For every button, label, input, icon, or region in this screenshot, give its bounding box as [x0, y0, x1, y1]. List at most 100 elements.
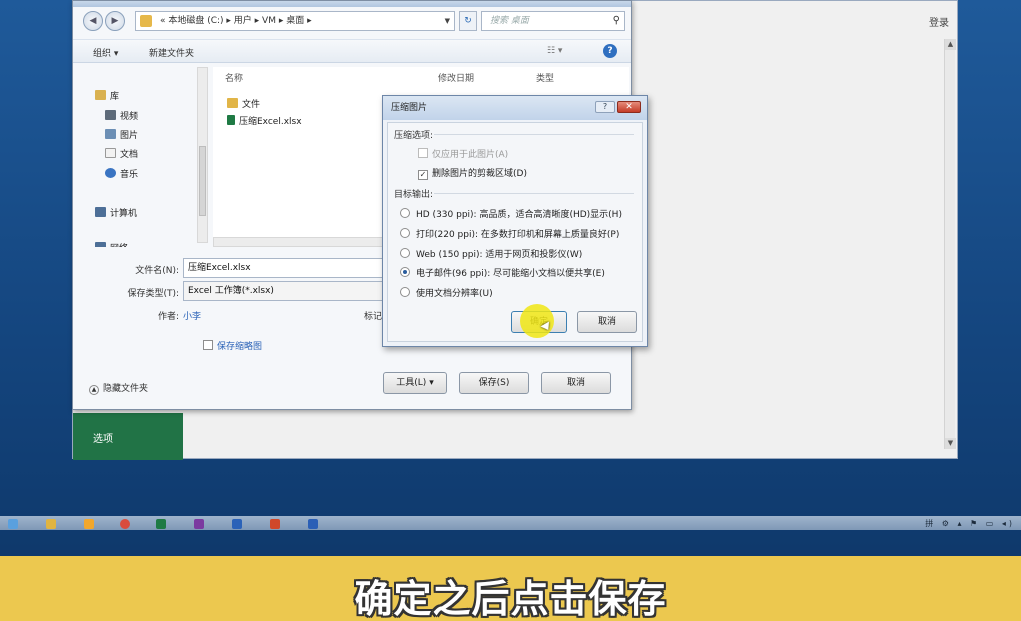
nav-label: 视频 [120, 112, 139, 122]
back-icon[interactable]: ◀ [83, 11, 103, 31]
close-icon[interactable]: ✕ [617, 101, 641, 113]
compress-cancel-button[interactable]: 取消 [577, 311, 637, 333]
filetype-label: 保存类型(T): [127, 289, 179, 299]
list-item[interactable]: 压缩Excel.xlsx [227, 114, 302, 127]
resolution-email-radio[interactable]: 电子邮件(96 ppi): 尽可能缩小文档以便共享(E) [400, 266, 605, 279]
address-bar[interactable]: « 本地磁盘 (C:) ▸ 用户 ▸ VM ▸ 桌面 ▸ ▼ [135, 11, 455, 31]
tools-button[interactable]: 工具(L) ▾ [383, 372, 447, 394]
author-value[interactable]: 小李 [183, 309, 201, 322]
tools-label: 工具(L) [396, 378, 427, 388]
scroll-up-icon[interactable]: ▲ [945, 39, 956, 50]
file-name: 压缩Excel.xlsx [239, 117, 302, 127]
scroll-down-icon[interactable]: ▼ [945, 438, 956, 449]
tags-label: 标记 [363, 312, 382, 322]
nav-label: 计算机 [110, 209, 138, 219]
help-icon[interactable]: ? [603, 44, 617, 58]
checkmark-icon[interactable]: ✓ [418, 170, 428, 180]
nav-label: 图片 [120, 131, 139, 141]
dialog-titlebar [73, 1, 631, 7]
organize-button[interactable]: 组织 ▾ [93, 46, 118, 59]
cancel-button[interactable]: 取消 [541, 372, 611, 394]
delete-cropped-checkbox[interactable]: ✓ 删除图片的剪裁区域(D) [418, 166, 527, 180]
resolution-email-label: 电子邮件(96 ppi): 尽可能缩小文档以便共享(E) [416, 269, 605, 279]
library-icon [95, 90, 106, 100]
radio-selected-icon[interactable] [400, 267, 410, 277]
explorer-icon[interactable] [46, 519, 56, 529]
new-folder-button[interactable]: 新建文件夹 [149, 46, 194, 59]
radio-icon[interactable] [400, 287, 410, 297]
excel-file-icon [227, 115, 235, 125]
nav-label: 网络 [110, 244, 128, 247]
outlook-icon[interactable] [232, 519, 242, 529]
hide-folders-label: 隐藏文件夹 [103, 384, 149, 394]
nav-item-documents[interactable]: 文档 [105, 147, 138, 160]
column-header-date[interactable]: 修改日期 [438, 71, 474, 84]
nav-item-pictures[interactable]: 图片 [105, 128, 138, 141]
column-header-name[interactable]: 名称 [225, 71, 243, 84]
dialog-body: 压缩选项: 仅应用于此图片(A) ✓ 删除图片的剪裁区域(D) 目标输出: HD … [387, 122, 643, 342]
nav-item-network[interactable]: 网络 [95, 241, 128, 247]
filename-field[interactable]: 压缩Excel.xlsx [183, 258, 383, 278]
help-icon[interactable]: ? [595, 101, 615, 113]
chevron-up-icon: ▲ [89, 385, 99, 395]
list-item[interactable]: 文件 [227, 97, 260, 110]
network-icon [95, 242, 106, 247]
browser-icon[interactable] [120, 519, 130, 529]
word-icon[interactable] [308, 519, 318, 529]
resolution-hd-radio[interactable]: HD (330 ppi): 高品质，适合高清晰度(HD)显示(H) [400, 207, 622, 220]
resolution-web-label: Web (150 ppi): 适用于网页和投影仪(W) [416, 250, 583, 260]
resolution-web-radio[interactable]: Web (150 ppi): 适用于网页和投影仪(W) [400, 247, 582, 260]
refresh-icon[interactable]: ↻ [459, 11, 477, 31]
nav-item-library[interactable]: 库 [95, 89, 119, 102]
radio-icon[interactable] [400, 248, 410, 258]
system-tray[interactable]: 拼 ⚙ ▴ ⚑ ▭ ◂) [925, 518, 1015, 529]
address-path: « 本地磁盘 (C:) ▸ 用户 ▸ VM ▸ 桌面 ▸ [160, 16, 312, 26]
onenote-icon[interactable] [194, 519, 204, 529]
apply-only-checkbox: 仅应用于此图片(A) [418, 147, 508, 160]
column-header-type[interactable]: 类型 [536, 71, 554, 84]
start-icon[interactable] [8, 519, 18, 529]
file-name: 文件 [242, 100, 261, 110]
filetype-select[interactable]: Excel 工作簿(*.xlsx) [183, 281, 383, 301]
author-label: 作者: [157, 312, 179, 322]
resolution-print-radio[interactable]: 打印(220 ppi): 在多数打印机和屏幕上质量良好(P) [400, 227, 619, 240]
radio-icon[interactable] [400, 208, 410, 218]
media-player-icon[interactable] [84, 519, 94, 529]
subtitle-caption: 确定之后点击保存 [354, 577, 667, 621]
target-output-heading: 目标输出: [394, 187, 635, 200]
nav-item-computer[interactable]: 计算机 [95, 206, 137, 219]
save-thumbnail-checkbox[interactable]: 保存缩略图 [203, 339, 262, 352]
vertical-scrollbar[interactable]: ▲ ▼ [944, 39, 956, 449]
scroll-thumb[interactable] [199, 146, 206, 216]
picture-icon [105, 129, 116, 139]
resolution-doc-radio[interactable]: 使用文档分辨率(U) [400, 286, 493, 299]
checkbox-icon[interactable] [203, 340, 213, 350]
login-link[interactable]: 登录 [929, 14, 949, 29]
nav-item-music[interactable]: 音乐 [105, 167, 138, 180]
navigation-pane: 库 视频 图片 文档 音乐 计算机 网络 [77, 67, 201, 247]
checkbox-icon [418, 148, 428, 158]
nav-item-video[interactable]: 视频 [105, 109, 138, 122]
compression-options-heading: 压缩选项: [394, 128, 635, 141]
search-placeholder: 搜索 桌面 [490, 16, 529, 26]
document-icon [105, 148, 116, 158]
forward-icon[interactable]: ▶ [105, 11, 125, 31]
chevron-down-icon[interactable]: ▼ [445, 12, 450, 30]
save-button[interactable]: 保存(S) [459, 372, 529, 394]
nav-pane-scrollbar[interactable] [197, 67, 208, 243]
apply-only-label: 仅应用于此图片(A) [432, 150, 509, 160]
dialog-toolbar: 组织 ▾ 新建文件夹 ☷ ▾ ? [73, 39, 631, 63]
search-input[interactable]: 搜索 桌面 ⚲ [481, 11, 625, 31]
views-icon[interactable]: ☷ ▾ [547, 46, 562, 56]
computer-icon [95, 207, 106, 217]
excel-taskbar-icon[interactable] [156, 519, 166, 529]
options-menu-item[interactable]: 选项 [73, 413, 183, 460]
navigation-row: ◀ ▶ « 本地磁盘 (C:) ▸ 用户 ▸ VM ▸ 桌面 ▸ ▼ ↻ 搜索 … [79, 9, 625, 33]
powerpoint-icon[interactable] [270, 519, 280, 529]
search-icon[interactable]: ⚲ [613, 12, 620, 30]
nav-label: 库 [110, 92, 120, 102]
compress-pictures-dialog: 压缩图片 ? ✕ 压缩选项: 仅应用于此图片(A) ✓ 删除图片的剪裁区域(D) … [382, 95, 648, 347]
nav-label: 音乐 [120, 170, 139, 180]
hide-folders-toggle[interactable]: ▲ 隐藏文件夹 [89, 381, 148, 395]
radio-icon[interactable] [400, 228, 410, 238]
